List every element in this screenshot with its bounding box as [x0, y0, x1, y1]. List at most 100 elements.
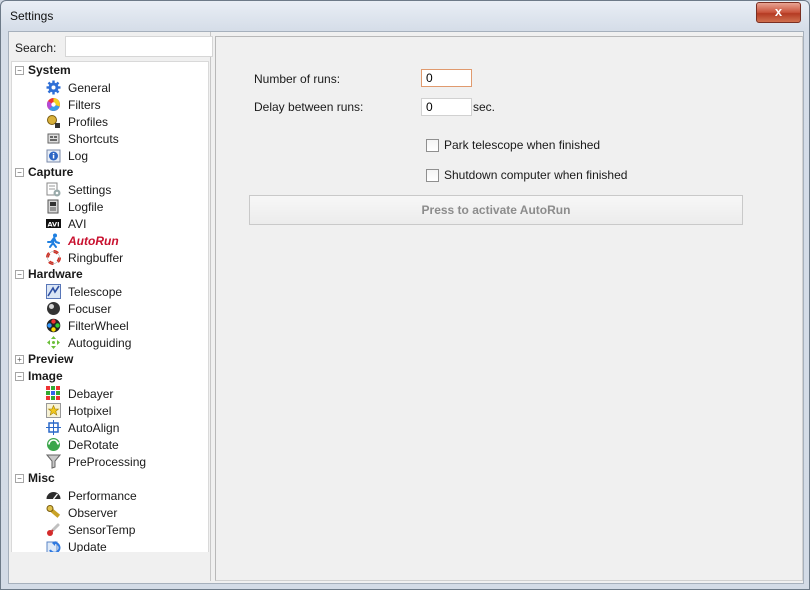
search-input[interactable] — [65, 36, 213, 57]
tree-item-sensortemp[interactable]: SensorTemp — [12, 521, 208, 538]
tree-group-preview[interactable]: + Preview — [12, 351, 208, 368]
tree-item-label: AutoRun — [68, 234, 119, 248]
thermometer-icon — [46, 522, 61, 537]
tree-item-label: FilterWheel — [68, 319, 129, 333]
tree-group-label: Capture — [28, 165, 74, 179]
shutdown-computer-label: Shutdown computer when finished — [444, 168, 628, 182]
logfile-icon — [46, 199, 61, 214]
tree-item-derotate[interactable]: DeRotate — [12, 436, 208, 453]
tree-item-ringbuffer[interactable]: Ringbuffer — [12, 249, 208, 266]
tree-item-filters[interactable]: Filters — [12, 96, 208, 113]
runs-label: Number of runs: — [254, 72, 341, 86]
settings-window: Settings x Search: − System General Filters… — [0, 0, 810, 590]
lifebuoy-icon — [46, 250, 61, 265]
tree-item-hotpixel[interactable]: Hotpixel — [12, 402, 208, 419]
tree-item-label: AVI — [68, 217, 87, 231]
tree-item-autorun[interactable]: AutoRun — [12, 232, 208, 249]
tree-item-focuser[interactable]: Focuser — [12, 300, 208, 317]
runs-input[interactable] — [421, 69, 472, 87]
derotate-icon — [46, 437, 61, 452]
autorun-panel: Number of runs: Delay between runs: sec.… — [215, 36, 803, 581]
observer-icon — [46, 505, 61, 520]
tree-item-debayer[interactable]: Debayer — [12, 385, 208, 402]
delay-unit: sec. — [473, 100, 496, 114]
running-man-icon — [46, 233, 61, 248]
hotpixel-icon — [46, 403, 61, 418]
gear-icon — [46, 80, 61, 95]
tree-group-misc[interactable]: − Misc — [12, 470, 208, 487]
telescope-icon — [46, 284, 61, 299]
expander-icon[interactable]: − — [15, 66, 24, 75]
tree-item-avi[interactable]: AVI AVI — [12, 215, 208, 232]
funnel-icon — [45, 454, 62, 469]
autoalign-icon — [46, 420, 61, 435]
tree-item-label: DeRotate — [68, 438, 119, 452]
expander-icon[interactable]: − — [15, 168, 24, 177]
tree-footer — [9, 552, 210, 581]
tree-item-log[interactable]: Log — [12, 147, 208, 164]
park-telescope-checkbox[interactable] — [426, 139, 439, 152]
tree-item-telescope[interactable]: Telescope — [12, 283, 208, 300]
tree-item-label: PreProcessing — [68, 455, 147, 469]
tree-item-label: Logfile — [68, 200, 104, 214]
tree-group-label: Misc — [28, 471, 55, 485]
tree-group-label: Image — [28, 369, 63, 383]
tree-item-label: Filters — [68, 98, 101, 112]
shutdown-computer-checkbox[interactable] — [426, 169, 439, 182]
expander-icon[interactable]: + — [15, 355, 24, 364]
tree-item-autoalign[interactable]: AutoAlign — [12, 419, 208, 436]
tree-item-label: Ringbuffer — [68, 251, 124, 265]
tree-item-label: Debayer — [68, 387, 114, 401]
close-button[interactable]: x — [756, 2, 801, 23]
tree-item-label: AutoAlign — [68, 421, 120, 435]
tree-item-shortcuts[interactable]: Shortcuts — [12, 130, 208, 147]
tree-group-system[interactable]: − System — [12, 62, 208, 79]
svg-text:AVI: AVI — [47, 220, 59, 228]
gauge-icon — [46, 488, 61, 503]
tree-item-logfile[interactable]: Logfile — [12, 198, 208, 215]
tree-item-label: Autoguiding — [68, 336, 132, 350]
expander-icon[interactable]: − — [15, 270, 24, 279]
color-wheel-icon — [46, 97, 61, 112]
tree-group-hardware[interactable]: − Hardware — [12, 266, 208, 283]
avi-icon: AVI — [46, 216, 61, 231]
tree-group-label: Hardware — [28, 267, 83, 281]
tree-item-label: Shortcuts — [68, 132, 119, 146]
tree-item-label: Observer — [68, 506, 118, 520]
expander-icon[interactable]: − — [15, 372, 24, 381]
capture-settings-icon — [46, 182, 61, 197]
tree-item-label: Log — [68, 149, 89, 163]
tree-item-autoguiding[interactable]: Autoguiding — [12, 334, 208, 351]
tree-item-general[interactable]: General — [12, 79, 208, 96]
autoguiding-icon — [46, 335, 61, 350]
client-area: Search: − System General Filters Profiles Sho… — [8, 31, 804, 584]
shortcuts-icon — [46, 131, 61, 146]
tree-item-observer[interactable]: Observer — [12, 504, 208, 521]
tree-item-profiles[interactable]: Profiles — [12, 113, 208, 130]
expander-icon[interactable]: − — [15, 474, 24, 483]
activate-autorun-button[interactable]: Press to activate AutoRun — [249, 195, 743, 225]
info-icon — [46, 148, 61, 163]
tree-group-label: Preview — [28, 352, 74, 366]
navigation-pane: Search: − System General Filters Profiles Sho… — [9, 32, 213, 581]
profiles-icon — [46, 114, 61, 129]
settings-tree: − System General Filters Profiles Shortcuts Lo… — [11, 61, 209, 554]
tree-item-settings[interactable]: Settings — [12, 181, 208, 198]
tree-item-label: Performance — [68, 489, 137, 503]
delay-input[interactable] — [421, 98, 472, 116]
title-bar: Settings x — [1, 1, 809, 31]
tree-item-filterwheel[interactable]: FilterWheel — [12, 317, 208, 334]
tree-item-performance[interactable]: Performance — [12, 487, 208, 504]
tree-item-label: SensorTemp — [68, 523, 136, 537]
tree-group-image[interactable]: − Image — [12, 368, 208, 385]
tree-group-capture[interactable]: − Capture — [12, 164, 208, 181]
tree-item-label: Settings — [68, 183, 112, 197]
tree-item-label: Focuser — [68, 302, 112, 316]
delay-label: Delay between runs: — [254, 100, 364, 114]
window-title: Settings — [10, 9, 54, 23]
tree-item-label: Hotpixel — [68, 404, 112, 418]
debayer-grid-icon — [46, 386, 61, 401]
tree-item-label: Profiles — [68, 115, 109, 129]
tree-item-preprocessing[interactable]: PreProcessing — [12, 453, 208, 470]
park-telescope-label: Park telescope when finished — [444, 138, 601, 152]
